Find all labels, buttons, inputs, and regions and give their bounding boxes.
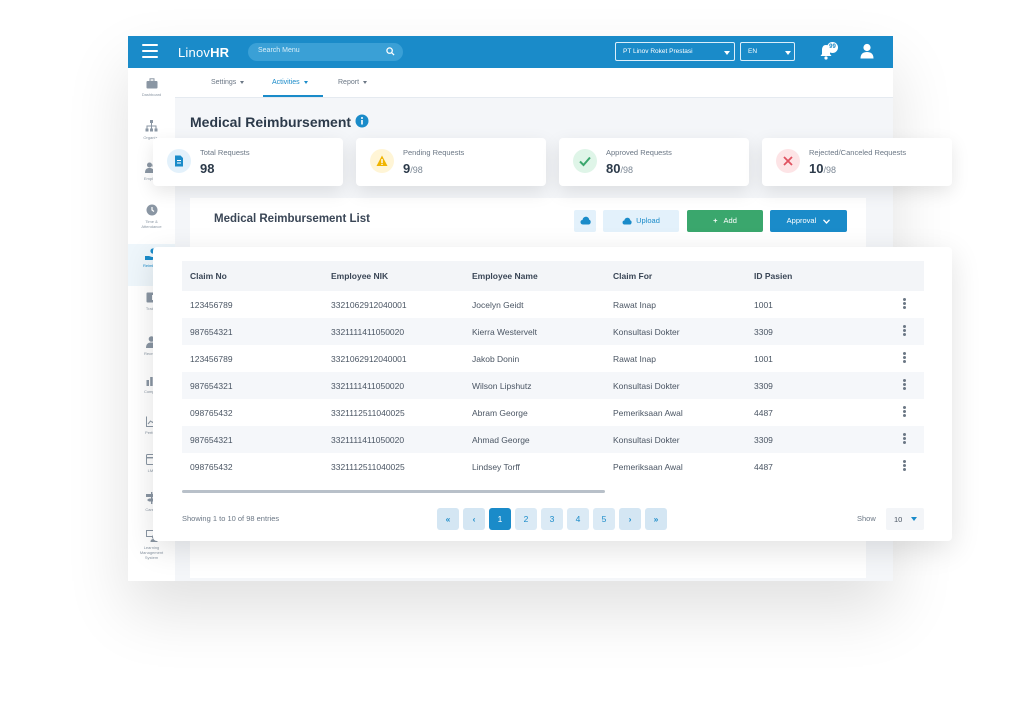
table-row[interactable]: 987654321 3321111411050020 Kierra Westerve…	[182, 318, 924, 345]
company-select[interactable]: PT Linov Roket Prestasi	[615, 42, 735, 61]
sub-nav: Settings Activities Report	[175, 68, 893, 98]
language-select[interactable]: EN	[740, 42, 795, 61]
top-bar: LinovHR Search Menu PT Linov Roket Prest…	[128, 36, 893, 68]
search-placeholder: Search Menu	[258, 47, 300, 54]
stat-label: Total Requests	[200, 148, 250, 157]
briefcase-icon	[146, 78, 157, 89]
approval-button[interactable]: Approval	[770, 210, 847, 232]
more-options-icon[interactable]	[884, 345, 924, 372]
more-options-icon[interactable]	[884, 291, 924, 318]
tab-report[interactable]: Report	[338, 79, 368, 86]
stat-value: 98	[200, 161, 215, 176]
next-page-button[interactable]: ›	[619, 508, 641, 530]
info-icon[interactable]	[355, 114, 369, 128]
stat-value: 10/98	[809, 161, 836, 176]
close-icon	[776, 149, 800, 173]
reimbursement-table: Claim No Employee NIK Employee Name Clai…	[182, 261, 924, 480]
sidebar-item-time-attendance[interactable]: Time & Attendance	[128, 204, 175, 229]
column-header[interactable]: Employee NIK	[323, 261, 464, 291]
table-row[interactable]: 098765432 3321112511040025 Lindsey Torff Pe…	[182, 453, 924, 480]
stat-card-rejected: Rejected/Canceled Requests 10/98	[762, 138, 952, 186]
prev-page-button[interactable]: ‹	[463, 508, 485, 530]
last-page-button[interactable]: »	[645, 508, 667, 530]
stat-card-approved: Approved Requests 80/98	[559, 138, 749, 186]
tab-activities[interactable]: Activities	[272, 79, 308, 86]
stage: LinovHR Search Menu PT Linov Roket Prest…	[0, 0, 1024, 701]
list-title: Medical Reimbursement List	[214, 213, 370, 225]
first-page-button[interactable]: «	[437, 508, 459, 530]
more-options-icon[interactable]	[884, 399, 924, 426]
upload-button[interactable]: Upload	[603, 210, 679, 232]
check-icon	[573, 149, 597, 173]
page-size-select[interactable]: 10	[886, 508, 924, 530]
cloud-upload-icon	[622, 217, 632, 225]
table-row[interactable]: 123456789 3321062912040001 Jakob Donin Rawa…	[182, 345, 924, 372]
active-tab-indicator	[263, 95, 323, 97]
tab-settings[interactable]: Settings	[211, 79, 245, 86]
stat-card-pending: Pending Requests 9/98	[356, 138, 546, 186]
more-options-icon[interactable]	[884, 372, 924, 399]
sidebar-item-dashboard[interactable]: Dashboard	[128, 78, 175, 97]
page-button-1[interactable]: 1	[489, 508, 511, 530]
stat-label: Approved Requests	[606, 148, 672, 157]
document-icon	[167, 149, 191, 173]
table-header-row: Claim No Employee NIK Employee Name Clai…	[182, 261, 924, 291]
page-button-4[interactable]: 4	[567, 508, 589, 530]
chevron-down-icon	[724, 51, 730, 55]
table-row[interactable]: 987654321 3321111411050020 Wilson Lipshutz…	[182, 372, 924, 399]
show-label: Show	[857, 514, 876, 523]
chevron-down-icon	[240, 80, 245, 84]
page-button-3[interactable]: 3	[541, 508, 563, 530]
plus-icon: +	[713, 216, 718, 225]
more-options-icon[interactable]	[884, 318, 924, 345]
stat-label: Pending Requests	[403, 148, 465, 157]
column-header[interactable]: Employee Name	[464, 261, 605, 291]
column-header[interactable]: Claim No	[182, 261, 323, 291]
table-row[interactable]: 123456789 3321062912040001 Jocelyn Geidt Ra…	[182, 291, 924, 318]
chevron-down-icon	[785, 51, 791, 55]
page-title: Medical Reimbursement	[190, 114, 352, 130]
horizontal-scrollbar[interactable]	[182, 490, 605, 493]
stat-value: 9/98	[403, 161, 423, 176]
add-button[interactable]: + Add	[687, 210, 763, 232]
chevron-down-icon	[911, 517, 917, 521]
stat-label: Rejected/Canceled Requests	[809, 148, 907, 157]
stat-card-total: Total Requests 98	[153, 138, 343, 186]
column-header[interactable]: Claim For	[605, 261, 746, 291]
more-options-icon[interactable]	[884, 426, 924, 453]
cloud-icon	[580, 216, 591, 225]
app-logo[interactable]: LinovHR	[178, 45, 229, 60]
cloud-download-button[interactable]	[574, 210, 596, 232]
table-panel: Claim No Employee NIK Employee Name Clai…	[153, 247, 952, 541]
column-header[interactable]: ID Pasien	[746, 261, 884, 291]
page-button-5[interactable]: 5	[593, 508, 615, 530]
entries-info: Showing 1 to 10 of 98 entries	[182, 514, 280, 523]
table-row[interactable]: 098765432 3321112511040025 Abram George Pem…	[182, 399, 924, 426]
user-icon[interactable]	[860, 43, 874, 59]
stat-value: 80/98	[606, 161, 633, 176]
table-row[interactable]: 987654321 3321111411050020 Ahmad George Kon…	[182, 426, 924, 453]
column-header-actions	[884, 261, 924, 291]
clock-icon	[146, 204, 157, 216]
warning-icon	[370, 149, 394, 173]
menu-icon[interactable]	[142, 44, 158, 60]
page-button-2[interactable]: 2	[515, 508, 537, 530]
notification-badge: 99	[827, 42, 838, 53]
org-chart-icon	[145, 120, 158, 132]
chevron-down-icon	[303, 80, 308, 84]
search-icon[interactable]	[386, 47, 395, 56]
chevron-down-icon	[823, 218, 831, 224]
chevron-down-icon	[363, 80, 368, 84]
sidebar-item-organization[interactable]: Organiz..	[128, 120, 175, 140]
more-options-icon[interactable]	[884, 453, 924, 480]
search-input[interactable]: Search Menu	[248, 43, 403, 61]
